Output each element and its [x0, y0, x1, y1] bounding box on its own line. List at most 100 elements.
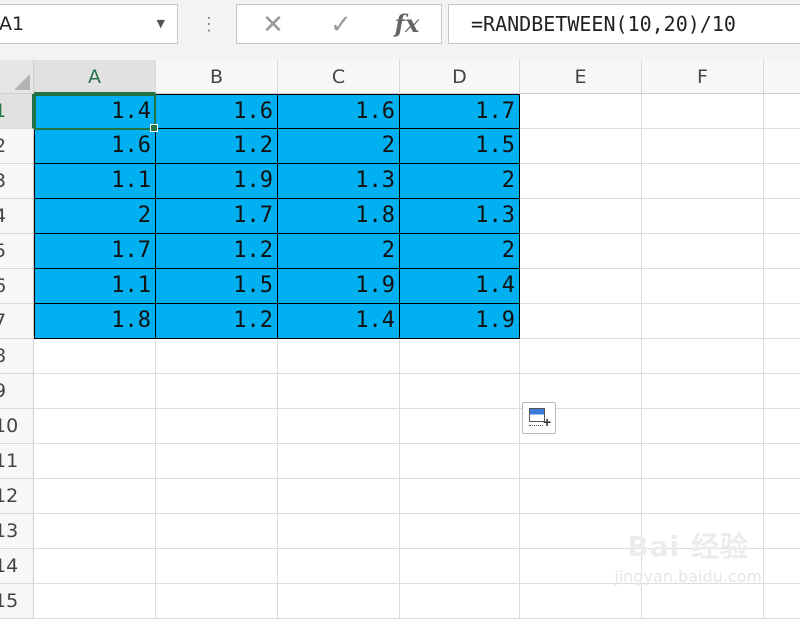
column-header-e[interactable]: E — [520, 60, 642, 94]
cell-d3[interactable]: 2 — [400, 164, 520, 199]
cell-g8[interactable] — [764, 339, 800, 374]
cell-e12[interactable] — [520, 479, 642, 514]
more-options-icon[interactable]: ⋮ — [200, 10, 218, 38]
cell-f10[interactable] — [642, 409, 764, 444]
cell-g9[interactable] — [764, 374, 800, 409]
row-header-13[interactable]: 13 — [0, 514, 34, 549]
cell-c7[interactable]: 1.4 — [278, 304, 400, 339]
cell-d14[interactable] — [400, 549, 520, 584]
cell-b5[interactable]: 1.2 — [156, 234, 278, 269]
cell-f2[interactable] — [642, 129, 764, 164]
cell-e5[interactable] — [520, 234, 642, 269]
row-header-4[interactable]: 4 — [0, 199, 34, 234]
cell-a10[interactable] — [34, 409, 156, 444]
row-header-10[interactable]: 10 — [0, 409, 34, 444]
cell-g5[interactable] — [764, 234, 800, 269]
cell-e8[interactable] — [520, 339, 642, 374]
cell-f6[interactable] — [642, 269, 764, 304]
column-header-f[interactable]: F — [642, 60, 764, 94]
cell-a8[interactable] — [34, 339, 156, 374]
cell-e15[interactable] — [520, 584, 642, 619]
cell-b3[interactable]: 1.9 — [156, 164, 278, 199]
cell-a7[interactable]: 1.8 — [34, 304, 156, 339]
row-header-9[interactable]: 9 — [0, 374, 34, 409]
cell-c8[interactable] — [278, 339, 400, 374]
cell-f5[interactable] — [642, 234, 764, 269]
cell-d9[interactable] — [400, 374, 520, 409]
cell-d8[interactable] — [400, 339, 520, 374]
cell-c13[interactable] — [278, 514, 400, 549]
cell-f3[interactable] — [642, 164, 764, 199]
row-header-1[interactable]: 1 — [0, 94, 34, 129]
cell-a2[interactable]: 1.6 — [34, 129, 156, 164]
column-header-c[interactable]: C — [278, 60, 400, 94]
row-header-6[interactable]: 6 — [0, 269, 34, 304]
cell-d13[interactable] — [400, 514, 520, 549]
row-header-5[interactable]: 5 — [0, 234, 34, 269]
cell-a4[interactable]: 2 — [34, 199, 156, 234]
cell-f4[interactable] — [642, 199, 764, 234]
cell-c10[interactable] — [278, 409, 400, 444]
cell-a12[interactable] — [34, 479, 156, 514]
cell-c12[interactable] — [278, 479, 400, 514]
cell-b8[interactable] — [156, 339, 278, 374]
cell-f11[interactable] — [642, 444, 764, 479]
cell-f8[interactable] — [642, 339, 764, 374]
name-box[interactable]: A1 ▼ — [0, 4, 178, 44]
cell-b6[interactable]: 1.5 — [156, 269, 278, 304]
cell-c11[interactable] — [278, 444, 400, 479]
cell-g6[interactable] — [764, 269, 800, 304]
cell-f12[interactable] — [642, 479, 764, 514]
cell-g15[interactable] — [764, 584, 800, 619]
check-icon[interactable]: ✓ — [313, 5, 369, 43]
row-header-14[interactable]: 14 — [0, 549, 34, 584]
cell-e7[interactable] — [520, 304, 642, 339]
cell-g11[interactable] — [764, 444, 800, 479]
select-all-button[interactable] — [0, 60, 34, 94]
cell-b2[interactable]: 1.2 — [156, 129, 278, 164]
cell-d6[interactable]: 1.4 — [400, 269, 520, 304]
cell-g1[interactable] — [764, 94, 800, 129]
cell-d2[interactable]: 1.5 — [400, 129, 520, 164]
cell-d4[interactable]: 1.3 — [400, 199, 520, 234]
cell-b4[interactable]: 1.7 — [156, 199, 278, 234]
row-header-11[interactable]: 11 — [0, 444, 34, 479]
cell-e4[interactable] — [520, 199, 642, 234]
cell-b9[interactable] — [156, 374, 278, 409]
cell-d7[interactable]: 1.9 — [400, 304, 520, 339]
cell-a14[interactable] — [34, 549, 156, 584]
cell-c3[interactable]: 1.3 — [278, 164, 400, 199]
cell-c9[interactable] — [278, 374, 400, 409]
cell-b14[interactable] — [156, 549, 278, 584]
cell-g12[interactable] — [764, 479, 800, 514]
cell-b15[interactable] — [156, 584, 278, 619]
cell-d10[interactable] — [400, 409, 520, 444]
cell-c4[interactable]: 1.8 — [278, 199, 400, 234]
cell-b10[interactable] — [156, 409, 278, 444]
cell-e6[interactable] — [520, 269, 642, 304]
cell-d12[interactable] — [400, 479, 520, 514]
cell-d5[interactable]: 2 — [400, 234, 520, 269]
row-header-2[interactable]: 2 — [0, 129, 34, 164]
formula-input[interactable]: =RANDBETWEEN(10,20)/10 — [448, 4, 800, 44]
row-header-3[interactable]: 3 — [0, 164, 34, 199]
cell-e3[interactable] — [520, 164, 642, 199]
cell-a13[interactable] — [34, 514, 156, 549]
cell-a6[interactable]: 1.1 — [34, 269, 156, 304]
cell-g14[interactable] — [764, 549, 800, 584]
row-header-15[interactable]: 15 — [0, 584, 34, 619]
quick-analysis-icon[interactable]: + — [522, 402, 556, 434]
cell-c6[interactable]: 1.9 — [278, 269, 400, 304]
cell-b12[interactable] — [156, 479, 278, 514]
cell-e1[interactable] — [520, 94, 642, 129]
cell-c2[interactable]: 2 — [278, 129, 400, 164]
cell-b11[interactable] — [156, 444, 278, 479]
cell-f7[interactable] — [642, 304, 764, 339]
cell-f15[interactable] — [642, 584, 764, 619]
cell-d1[interactable]: 1.7 — [400, 94, 520, 129]
cell-g7[interactable] — [764, 304, 800, 339]
cell-e2[interactable] — [520, 129, 642, 164]
cell-g13[interactable] — [764, 514, 800, 549]
cell-b13[interactable] — [156, 514, 278, 549]
cell-a11[interactable] — [34, 444, 156, 479]
